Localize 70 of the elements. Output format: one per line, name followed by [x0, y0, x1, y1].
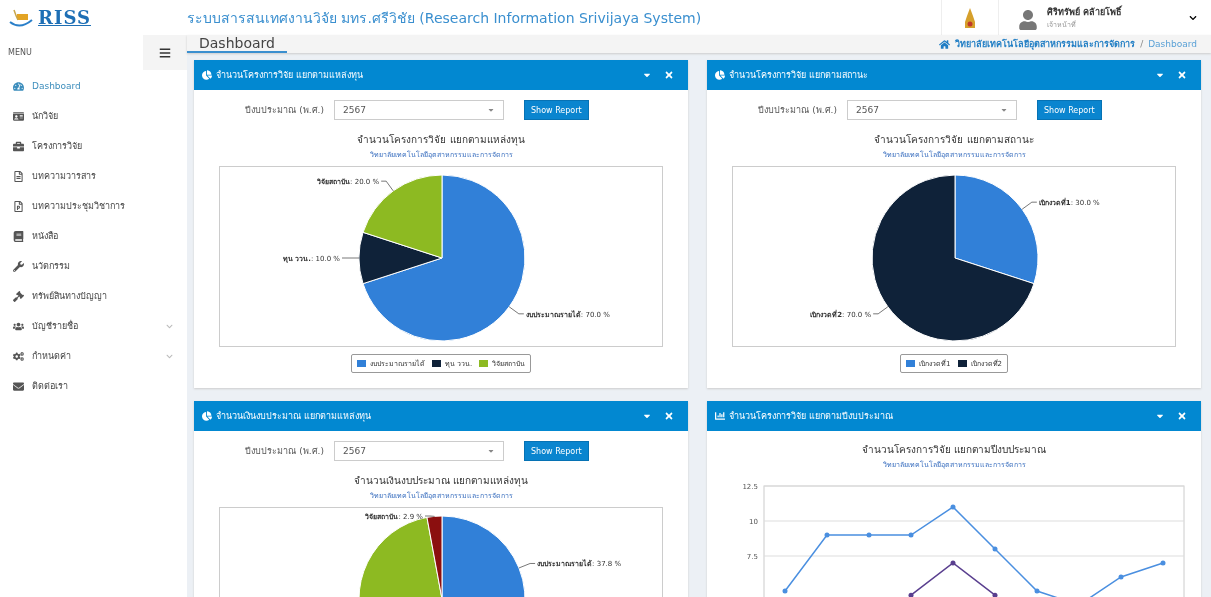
show-report-button[interactable]: Show Report	[524, 100, 589, 120]
logo-icon	[8, 7, 34, 28]
close-icon	[664, 411, 674, 421]
menu-button[interactable]	[143, 35, 187, 70]
year-select[interactable]: 2567	[334, 100, 504, 120]
book-icon	[13, 230, 24, 242]
sidebar-item[interactable]: กำหนดค่า	[0, 341, 187, 371]
briefcase-icon	[13, 140, 24, 152]
user-name: ศิริทรัพย์ คล้ายโพธิ์	[1047, 5, 1123, 19]
panel-title: จำนวนโครงการวิจัย แยกตามสถานะ	[729, 69, 869, 82]
close-icon	[1177, 411, 1187, 421]
leader-line	[872, 306, 889, 315]
panel-title: จำนวนโครงการวิจัย แยกตามปีงบประมาณ	[729, 410, 894, 423]
chart-title: จำนวนโครงการวิจัย แยกตามสถานะ	[874, 133, 1034, 147]
document-icon	[13, 200, 24, 212]
breadcrumb-separator: /	[1140, 39, 1144, 49]
sidebar-item[interactable]: นวัตกรรม	[0, 251, 187, 281]
users-icon	[13, 320, 24, 332]
show-report-button[interactable]: Show Report	[524, 441, 589, 461]
pie-chart-icon	[715, 70, 725, 80]
panel-title: จำนวนเงินงบประมาณ แยกตามแหล่งทุน	[216, 410, 372, 423]
year-select[interactable]: 2567	[334, 441, 504, 461]
logo-text: RISS	[38, 7, 91, 28]
pie-chart-icon	[202, 70, 212, 80]
menu-icon	[159, 46, 171, 59]
pie-chart-icon	[202, 411, 212, 421]
chart-title: จำนวนโครงการวิจัย แยกตามปีงบประมาณ	[861, 443, 1047, 457]
chart-title: จำนวนโครงการวิจัย แยกตามแหล่งทุน	[357, 133, 525, 147]
field-label: ปีงบประมาณ (พ.ศ.)	[757, 104, 837, 117]
gears-icon	[13, 350, 24, 362]
id-card-icon	[13, 110, 24, 122]
sidebar-item[interactable]: บทความวารสาร	[0, 161, 187, 191]
home-icon	[939, 38, 951, 50]
leader-line	[508, 306, 525, 315]
sidebar-item[interactable]: บัญชีรายชื่อ	[0, 311, 187, 341]
wrench-icon	[13, 260, 24, 272]
panel-title: จำนวนโครงการวิจัย แยกตามแหล่งทุน	[216, 69, 364, 82]
caret-icon	[487, 106, 495, 114]
leader-line	[518, 563, 536, 569]
menu-heading: MENU	[7, 48, 32, 57]
gavel-icon	[13, 290, 24, 302]
envelope-icon	[13, 380, 24, 392]
leader-line	[380, 180, 394, 192]
sidebar-item[interactable]: โครงการวิจัย	[0, 131, 187, 161]
leader-line	[1021, 201, 1038, 210]
chevron-down-icon[interactable]	[1189, 13, 1197, 22]
page-tab[interactable]: Dashboard	[187, 35, 287, 53]
sidebar-item[interactable]: ติดต่อเรา	[0, 371, 187, 401]
emblem-icon	[964, 7, 976, 28]
caret-icon	[1000, 106, 1008, 114]
breadcrumb-link[interactable]: วิทยาลัยเทคโนโลยีอุตสาหกรรมและการจัดการ	[955, 37, 1136, 51]
field-label: ปีงบประมาณ (พ.ศ.)	[244, 104, 324, 117]
sidebar-item[interactable]: บทความประชุมวิชาการ	[0, 191, 187, 221]
year-select[interactable]: 2567	[847, 100, 1017, 120]
chart-title: จำนวนเงินงบประมาณ แยกตามแหล่งทุน	[353, 474, 529, 488]
document-icon	[13, 170, 24, 182]
dashboard-icon	[13, 80, 24, 92]
sidebar-item[interactable]: ทรัพย์สินทางปัญญา	[0, 281, 187, 311]
leader-line	[341, 257, 360, 259]
sidebar-item[interactable]: Dashboard	[0, 71, 187, 101]
close-icon	[664, 70, 674, 80]
field-label: ปีงบประมาณ (พ.ศ.)	[244, 445, 324, 458]
show-report-button[interactable]: Show Report	[1037, 100, 1102, 120]
close-icon	[1177, 70, 1187, 80]
sidebar-item[interactable]: หนังสือ	[0, 221, 187, 251]
sidebar-item[interactable]: นักวิจัย	[0, 101, 187, 131]
leader-line	[424, 515, 435, 517]
caret-icon	[487, 447, 495, 455]
app-title: ระบบสารสนเทศงานวิจัย มทร.ศรีวิชัย (Research Information Srivijaya System)	[187, 8, 703, 28]
bar-chart-icon	[715, 411, 725, 421]
